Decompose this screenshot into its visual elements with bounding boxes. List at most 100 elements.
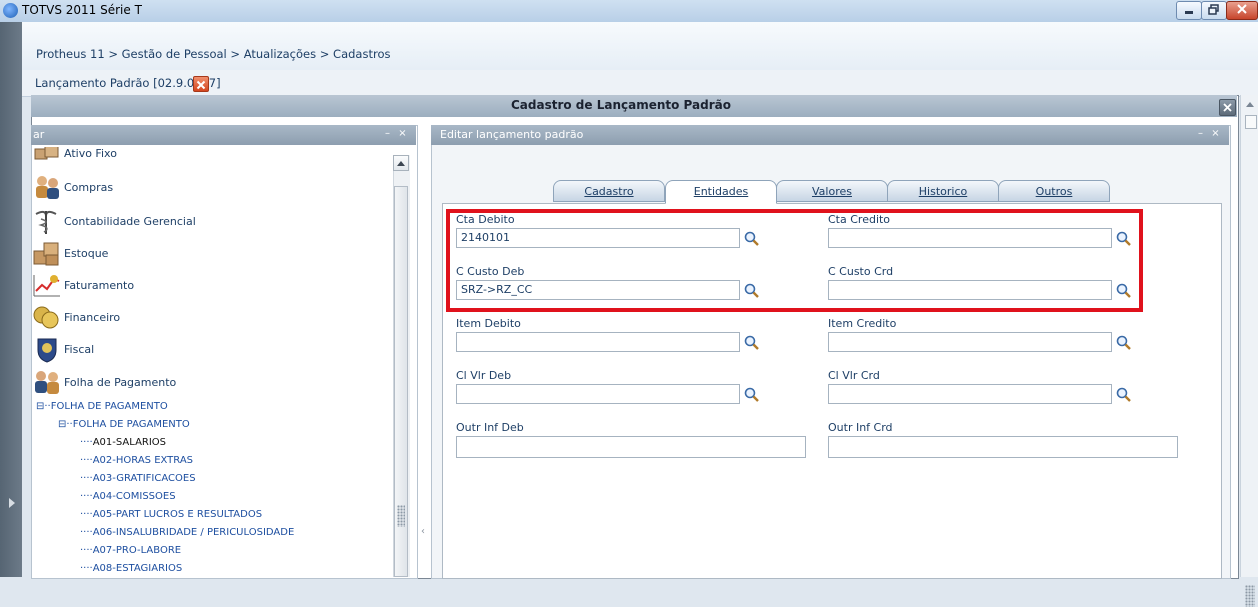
document-tab[interactable]: Lançamento Padrão [02.9.0007] [30, 72, 249, 94]
cl-vlr-deb-field[interactable] [456, 384, 740, 404]
dialog-close-button[interactable] [1219, 99, 1236, 116]
module-label: Folha de Pagamento [64, 376, 177, 389]
cl-vlr-deb-label: Cl Vlr Deb [456, 369, 512, 382]
close-window-button[interactable] [1226, 1, 1258, 20]
outr-inf-deb-field[interactable] [456, 436, 806, 458]
tree-node[interactable]: ⊟··FOLHA DE PAGAMENTO [58, 419, 190, 430]
breadcrumb-band [22, 22, 1258, 70]
navigation-panel-title: ar [33, 128, 45, 141]
tree-leaf[interactable]: ····A08-ESTAGIARIOS [80, 563, 182, 574]
module-item-fiscal[interactable]: Fiscal [32, 335, 94, 365]
outr-inf-crd-label: Outr Inf Crd [828, 421, 893, 434]
search-icon[interactable] [743, 386, 761, 404]
minimize-icon [1185, 11, 1193, 14]
tree-leaf-label: A01-SALARIOS [92, 437, 167, 448]
tree-leaf-label: A05-PART LUCROS E RESULTADOS [92, 509, 263, 520]
coins-icon [33, 306, 59, 329]
module-item-faturamento[interactable]: Faturamento [32, 271, 134, 301]
tree-node-label: FOLHA DE PAGAMENTO [72, 419, 190, 430]
module-label: Fiscal [64, 343, 95, 356]
dialog-title: Cadastro de Lançamento Padrão [511, 98, 731, 112]
tree-leaf[interactable]: ····A03-GRATIFICACOES [80, 473, 196, 484]
restore-icon [1208, 4, 1219, 15]
module-item-folha-de-pagamento[interactable]: Folha de Pagamento [32, 368, 176, 398]
caduceus-icon [35, 210, 57, 234]
cl-vlr-crd-field[interactable] [828, 384, 1112, 404]
minimize-panel-button[interactable]: – [1195, 129, 1206, 140]
outr-inf-deb-label: Outr Inf Deb [456, 421, 524, 434]
module-item-compras[interactable]: Compras [32, 173, 113, 203]
window-title-bar: TOTVS 2011 Série T [0, 0, 1258, 23]
chart-icon [33, 275, 60, 297]
module-label: Estoque [64, 247, 109, 260]
tab-outros[interactable]: Outros [998, 180, 1110, 202]
people-icon [35, 371, 59, 394]
tree-leaf-label: A04-COMISSOES [92, 491, 176, 502]
tab-cadastro[interactable]: Cadastro [553, 180, 665, 202]
scroll-up-icon [1246, 102, 1254, 107]
item-credito-label: Item Credito [828, 317, 897, 330]
outr-inf-crd-field[interactable] [828, 436, 1178, 458]
search-icon[interactable] [1115, 334, 1133, 352]
cl-vlr-crd-label: Cl Vlr Crd [828, 369, 880, 382]
document-tab-close-button[interactable] [193, 76, 209, 92]
splitter-arrow-icon[interactable]: ‹ [421, 526, 425, 537]
tree-leaf[interactable]: ····A06-INSALUBRIDADE / PERICULOSIDADE [80, 527, 294, 538]
breadcrumb: Protheus 11 > Gestão de Pessoal > Atuali… [36, 47, 391, 61]
page-scrollbar[interactable] [1240, 95, 1258, 607]
close-icon [196, 80, 206, 90]
close-panel-button[interactable]: × [1210, 129, 1221, 140]
boxes-icon [34, 147, 59, 160]
tab-valores[interactable]: Valores [776, 180, 888, 202]
close-icon [1223, 103, 1232, 112]
tree-leaf-label: A02-HORAS EXTRAS [92, 455, 194, 466]
search-icon[interactable] [743, 334, 761, 352]
module-label: Faturamento [64, 279, 135, 292]
module-item-contabilidade-gerencial[interactable]: Contabilidade Gerencial [32, 207, 196, 237]
highlight-box [446, 209, 1143, 312]
scroll-up-button[interactable] [393, 155, 409, 171]
item-debito-field[interactable] [456, 332, 740, 352]
close-panel-button[interactable]: × [397, 129, 408, 140]
tree-node[interactable]: ⊟··FOLHA DE PAGAMENTO [36, 401, 168, 412]
tree-leaf-label: A06-INSALUBRIDADE / PERICULOSIDADE [92, 527, 295, 538]
item-credito-field[interactable] [828, 332, 1112, 352]
tree-leaf[interactable]: ····A01-SALARIOS [80, 437, 166, 448]
scrollbar-thumb[interactable] [1245, 115, 1257, 129]
tree-leaf[interactable]: ····A07-PRO-LABORE [80, 545, 181, 556]
module-label: Financeiro [64, 311, 121, 324]
crest-icon [37, 338, 57, 363]
grip-icon [1245, 585, 1255, 607]
item-debito-label: Item Debito [456, 317, 521, 330]
left-collapse-strip[interactable] [0, 22, 22, 577]
window-title: TOTVS 2011 Série T [22, 3, 142, 17]
search-icon[interactable] [1115, 386, 1133, 404]
totvs-app-icon [3, 3, 18, 18]
module-item-financeiro[interactable]: Financeiro [32, 303, 120, 333]
minimize-button[interactable] [1176, 1, 1202, 20]
module-item-ativo-fixo[interactable]: Ativo Fixo [32, 147, 117, 169]
people-icon [36, 176, 59, 199]
restore-button[interactable] [1201, 1, 1227, 20]
edit-panel-title: Editar lançamento padrão [440, 128, 584, 141]
close-icon [1237, 4, 1247, 14]
tab-historico[interactable]: Historico [887, 180, 999, 202]
tree-leaf[interactable]: ····A05-PART LUCROS E RESULTADOS [80, 509, 262, 520]
grip-icon [397, 505, 405, 527]
scroll-up-icon [397, 161, 405, 166]
tree-leaf-label: A07-PRO-LABORE [92, 545, 182, 556]
expand-arrow-icon [9, 498, 15, 508]
module-label: Compras [64, 181, 114, 194]
module-label: Contabilidade Gerencial [64, 215, 196, 228]
tree-leaf-label: A08-ESTAGIARIOS [92, 563, 183, 574]
tree-leaf[interactable]: ····A04-COMISSOES [80, 491, 176, 502]
module-label: Ativo Fixo [64, 147, 117, 160]
tree-leaf[interactable]: ····A02-HORAS EXTRAS [80, 455, 193, 466]
tree-node-label: FOLHA DE PAGAMENTO [50, 401, 168, 412]
tree-leaf-label: A03-GRATIFICACOES [92, 473, 196, 484]
boxes-icon [33, 242, 59, 266]
module-item-estoque[interactable]: Estoque [32, 239, 108, 269]
minimize-panel-button[interactable]: – [382, 129, 393, 140]
navigation-panel-header [31, 125, 416, 145]
tab-entidades[interactable]: Entidades [665, 180, 777, 204]
